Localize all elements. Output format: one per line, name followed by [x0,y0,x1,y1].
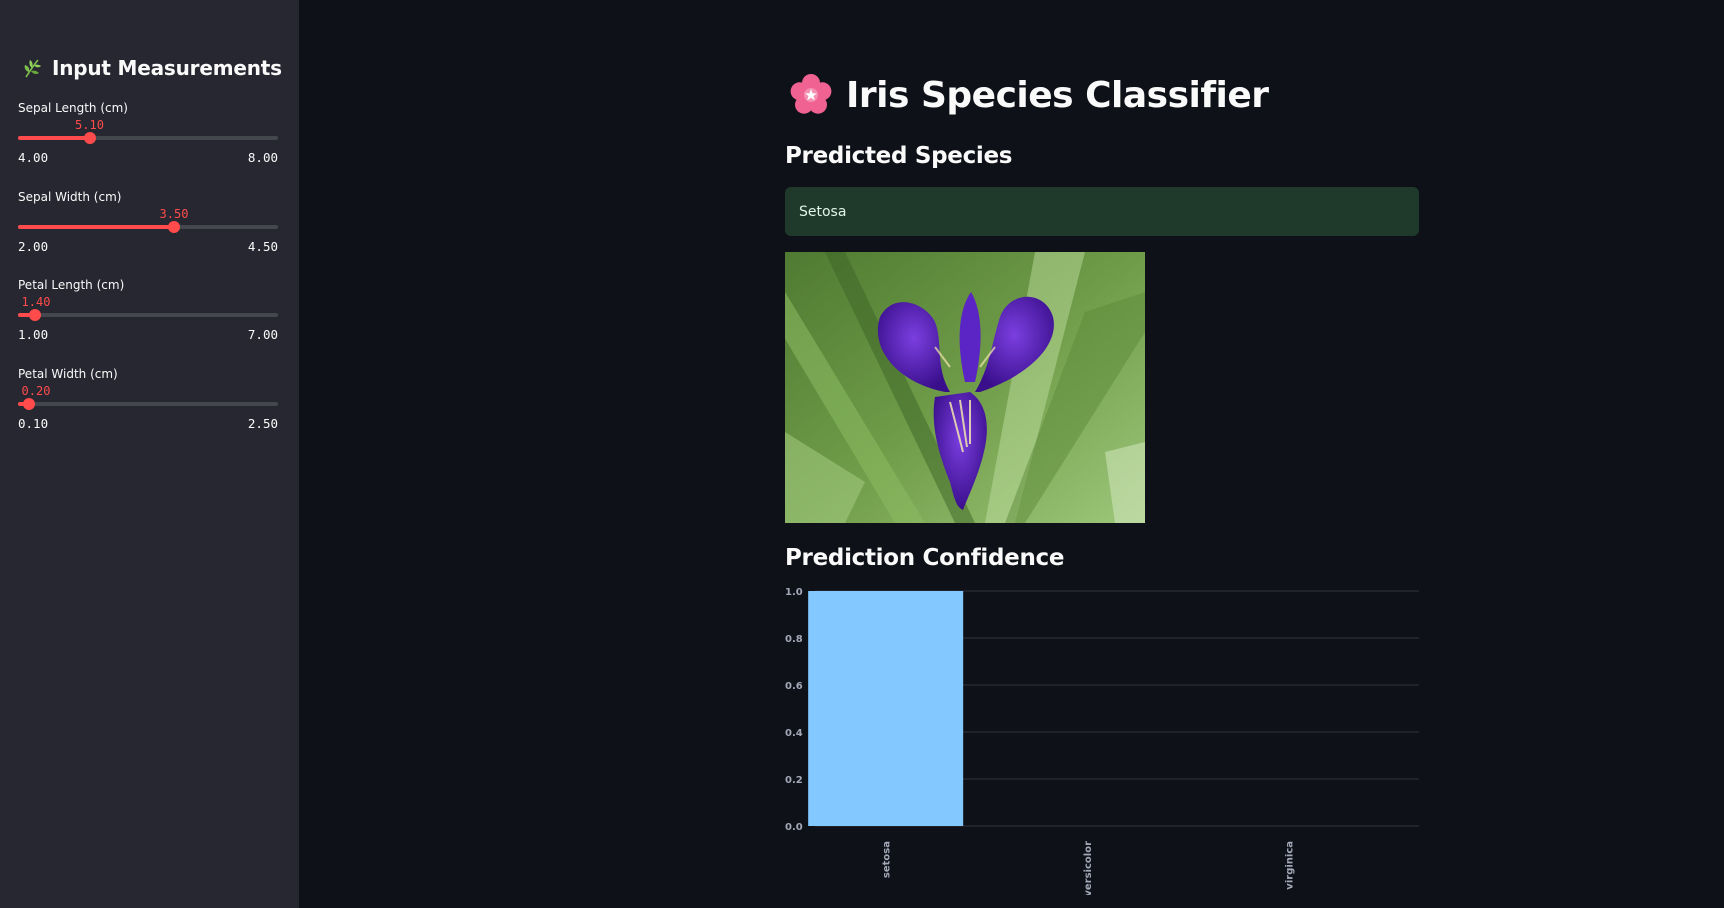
slider-max: 7.00 [247,327,278,342]
slider-track[interactable] [18,309,278,321]
slider-min: 4.00 [18,150,49,165]
y-tick-label: 0.0 [785,822,803,833]
y-tick-label: 1.0 [785,587,803,598]
y-tick-label: 0.6 [785,681,803,692]
confidence-bar-chart: 0.0 0.2 0.4 0.6 0.8 1.0 setosa versicolor virgin… [785,587,1419,895]
slider-value: 0.20 [21,384,51,398]
slider-max: 8.00 [247,150,278,165]
slider-thumb[interactable] [29,309,42,321]
slider-label: Petal Width (cm) [18,367,118,381]
cherry-blossom-icon [790,74,832,114]
slider-label: Sepal Length (cm) [18,101,128,115]
bar-setosa [808,591,964,826]
slider-min: 0.10 [18,416,49,431]
slider-fill [18,225,174,229]
slider-min: 1.00 [18,327,49,342]
page-title-row: Iris Species Classifier [790,74,1269,116]
slider-thumb[interactable] [83,132,96,144]
prediction-confidence-heading: Prediction Confidence [785,545,1065,571]
prediction-alert: Setosa [785,187,1419,236]
predicted-species-heading: Predicted Species [785,143,1013,169]
slider-track[interactable] [18,132,278,144]
slider-fill [18,136,90,140]
slider-value: 5.10 [75,118,104,132]
slider-label: Petal Length (cm) [18,278,125,292]
iris-flower-photo [785,252,1145,523]
sidebar: Input Measurements Sepal Length (cm) 5.1… [0,0,299,908]
x-tick-label: versicolor [1083,841,1094,895]
slider-value: 1.40 [21,295,51,309]
y-tick-label: 0.2 [785,775,803,786]
prediction-text: Setosa [799,203,847,220]
slider-min: 2.00 [18,239,49,254]
y-tick-label: 0.8 [785,634,803,645]
y-tick-label: 0.4 [785,728,803,739]
herb-icon [24,59,41,78]
slider-track[interactable] [18,398,278,410]
x-tick-label: virginica [1284,841,1295,890]
sidebar-title: Input Measurements [52,56,282,80]
page-title: Iris Species Classifier [846,74,1269,116]
slider-max: 2.50 [247,416,278,431]
slider-track[interactable] [18,221,278,233]
slider-thumb[interactable] [168,221,180,233]
slider-label: Sepal Width (cm) [18,190,122,204]
slider-thumb[interactable] [22,398,35,410]
x-tick-label: setosa [882,841,893,878]
sidebar-header: Input Measurements [22,56,282,80]
slider-value: 3.50 [159,207,189,221]
slider-max: 4.50 [247,239,278,254]
